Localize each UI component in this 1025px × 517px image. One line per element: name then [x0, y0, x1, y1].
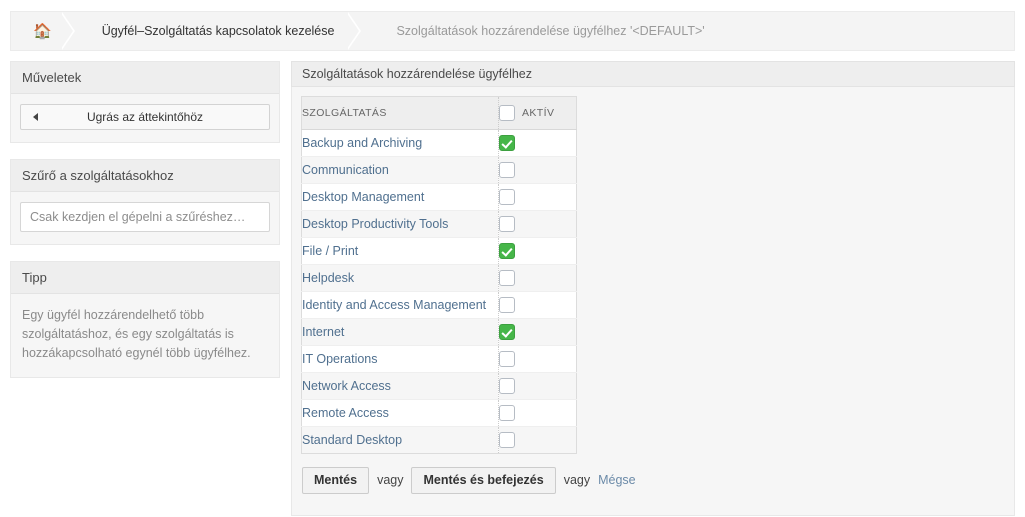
tip-widget-title: Tipp	[11, 262, 279, 294]
save-and-finish-button[interactable]: Mentés és befejezés	[411, 467, 556, 494]
breadcrumb: 🏠 Ügyfél–Szolgáltatás kapcsolatok kezelé…	[10, 11, 1015, 51]
table-row: File / Print	[301, 237, 577, 265]
or-separator-1: vagy	[377, 473, 404, 488]
breadcrumb-separator-2	[346, 12, 370, 50]
breadcrumb-separator-1	[59, 12, 84, 50]
actions-widget: Műveletek Ugrás az áttekintőhöz	[10, 61, 280, 143]
service-active-checkbox[interactable]	[499, 243, 515, 259]
service-active-cell	[498, 372, 577, 400]
table-header-row: SZOLGÁLTATÁS AKTÍV	[301, 96, 577, 130]
actions-widget-body: Ugrás az áttekintőhöz	[11, 94, 279, 142]
service-active-cell	[498, 129, 577, 157]
select-all-checkbox[interactable]	[499, 105, 515, 121]
service-active-checkbox[interactable]	[499, 270, 515, 286]
service-name-link[interactable]: Identity and Access Management	[301, 291, 499, 319]
service-assignment-table: SZOLGÁLTATÁS AKTÍV Backup and Archiving C…	[301, 96, 577, 454]
main-panel-body: SZOLGÁLTATÁS AKTÍV Backup and Archiving C…	[291, 87, 1015, 516]
table-row: Desktop Management	[301, 183, 577, 211]
table-row: Remote Access	[301, 399, 577, 427]
service-filter-widget: Szűrő a szolgáltatásokhoz	[10, 159, 280, 245]
service-name-link[interactable]: Desktop Management	[301, 183, 499, 211]
service-name-link[interactable]: Standard Desktop	[301, 426, 499, 454]
service-filter-input[interactable]	[20, 202, 270, 232]
main-panel-title: Szolgáltatások hozzárendelése ügyfélhez	[291, 61, 1015, 87]
table-row: Desktop Productivity Tools	[301, 210, 577, 238]
breadcrumb-item-manage-customer-service[interactable]: Ügyfél–Szolgáltatás kapcsolatok kezelése	[84, 12, 349, 50]
column-header-service: SZOLGÁLTATÁS	[301, 96, 499, 130]
table-row: Network Access	[301, 372, 577, 400]
service-name-link[interactable]: File / Print	[301, 237, 499, 265]
footer-actions: Mentés vagy Mentés és befejezés vagy Még…	[301, 467, 1014, 494]
service-active-cell	[498, 183, 577, 211]
table-row: Internet	[301, 318, 577, 346]
actions-widget-title: Műveletek	[11, 62, 279, 94]
breadcrumb-item-assign-services: Szolgáltatások hozzárendelése ügyfélhez …	[396, 24, 705, 38]
service-name-link[interactable]: Internet	[301, 318, 499, 346]
service-active-checkbox[interactable]	[499, 351, 515, 367]
service-active-checkbox[interactable]	[499, 162, 515, 178]
table-row: Communication	[301, 156, 577, 184]
tip-text: Egy ügyfél hozzárendelhető több szolgált…	[22, 308, 251, 360]
arrow-left-icon	[33, 113, 38, 121]
service-active-checkbox[interactable]	[499, 135, 515, 151]
service-active-checkbox[interactable]	[499, 324, 515, 340]
service-name-link[interactable]: Network Access	[301, 372, 499, 400]
service-active-cell	[498, 237, 577, 265]
service-active-cell	[498, 426, 577, 454]
service-active-checkbox[interactable]	[499, 189, 515, 205]
service-name-link[interactable]: IT Operations	[301, 345, 499, 373]
service-filter-body	[11, 192, 279, 244]
service-name-link[interactable]: Remote Access	[301, 399, 499, 427]
table-row: Standard Desktop	[301, 426, 577, 454]
table-row: Helpdesk	[301, 264, 577, 292]
service-active-cell	[498, 291, 577, 319]
service-active-checkbox[interactable]	[499, 405, 515, 421]
column-header-active: AKTÍV	[498, 96, 577, 130]
service-name-link[interactable]: Backup and Archiving	[301, 129, 499, 157]
service-active-cell	[498, 156, 577, 184]
or-separator-2: vagy	[563, 473, 591, 488]
service-name-link[interactable]: Communication	[301, 156, 499, 184]
sidebar: Műveletek Ugrás az áttekintőhöz Szűrő a …	[10, 61, 280, 394]
service-filter-title: Szűrő a szolgáltatásokhoz	[11, 160, 279, 192]
service-active-checkbox[interactable]	[499, 216, 515, 232]
tip-widget: Tipp Egy ügyfél hozzárendelhető több szo…	[10, 261, 280, 378]
service-active-checkbox[interactable]	[499, 297, 515, 313]
main-panel: Szolgáltatások hozzárendelése ügyfélhez …	[291, 61, 1015, 516]
go-to-overview-label: Ugrás az áttekintőhöz	[86, 110, 204, 124]
table-row: Identity and Access Management	[301, 291, 577, 319]
service-active-cell	[498, 399, 577, 427]
breadcrumb-home[interactable]: 🏠	[11, 12, 62, 50]
table-row: IT Operations	[301, 345, 577, 373]
save-button[interactable]: Mentés	[302, 467, 370, 494]
service-table-body: Backup and Archiving Communication Desktop…	[301, 129, 577, 454]
service-name-link[interactable]: Desktop Productivity Tools	[301, 210, 499, 238]
service-active-checkbox[interactable]	[499, 432, 515, 448]
service-active-checkbox[interactable]	[499, 378, 515, 394]
tip-widget-body: Egy ügyfél hozzárendelhető több szolgált…	[11, 294, 279, 377]
cancel-link[interactable]: Mégse	[598, 473, 636, 487]
service-active-cell	[498, 264, 577, 292]
service-active-cell	[498, 318, 577, 346]
service-active-cell	[498, 210, 577, 238]
service-active-cell	[498, 345, 577, 373]
table-row: Backup and Archiving	[301, 129, 577, 157]
service-name-link[interactable]: Helpdesk	[301, 264, 499, 292]
column-header-active-label: AKTÍV	[522, 107, 555, 119]
go-to-overview-button[interactable]: Ugrás az áttekintőhöz	[20, 104, 270, 130]
home-icon: 🏠	[33, 22, 52, 40]
